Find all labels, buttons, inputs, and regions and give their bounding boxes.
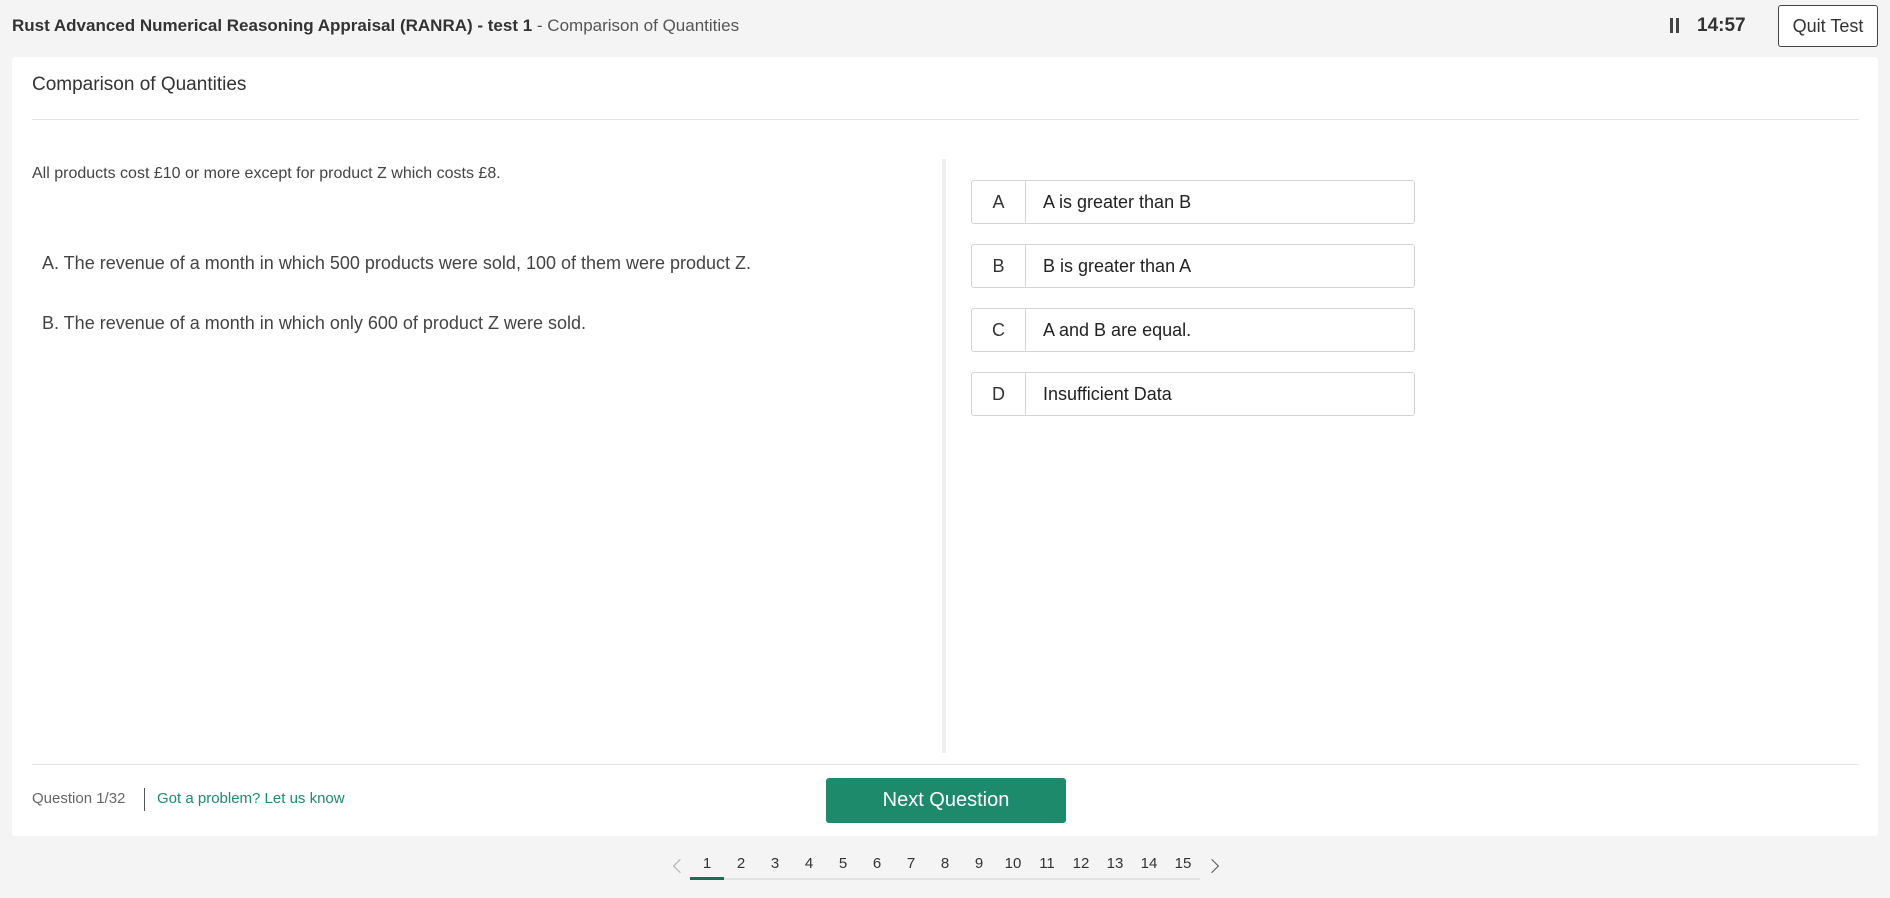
statement-a: A. The revenue of a month in which 500 p… <box>42 253 752 273</box>
answer-option-d[interactable]: D Insufficient Data <box>971 372 1415 416</box>
top-bar: Rust Advanced Numerical Reasoning Apprai… <box>0 0 1890 56</box>
page-item-11[interactable]: 11 <box>1030 852 1064 880</box>
page-item-15[interactable]: 15 <box>1166 852 1200 880</box>
option-text: A is greater than B <box>1043 192 1192 212</box>
option-letter: D <box>972 373 1026 415</box>
answer-option-b[interactable]: B B is greater than A <box>971 244 1415 288</box>
footer-divider <box>32 764 1859 765</box>
page-item-1[interactable]: 1 <box>690 852 724 880</box>
header-divider <box>32 119 1859 120</box>
option-letter: A <box>972 181 1026 223</box>
option-letter: B <box>972 245 1026 287</box>
question-section-title: Comparison of Quantities <box>32 74 247 95</box>
answer-option-c[interactable]: C A and B are equal. <box>971 308 1415 352</box>
test-name: Rust Advanced Numerical Reasoning Apprai… <box>12 16 533 35</box>
page-item-5[interactable]: 5 <box>826 852 860 880</box>
question-pagination: 1 2 3 4 5 6 7 8 9 10 11 12 13 14 15 <box>0 852 1890 884</box>
option-text: B is greater than A <box>1043 256 1192 276</box>
page-item-7[interactable]: 7 <box>894 852 928 880</box>
page-item-2[interactable]: 2 <box>724 852 758 880</box>
pause-icon[interactable] <box>1668 18 1681 34</box>
chevron-right-icon[interactable] <box>1204 858 1220 874</box>
page-item-13[interactable]: 13 <box>1098 852 1132 880</box>
page-item-10[interactable]: 10 <box>996 852 1030 880</box>
quit-test-button[interactable]: Quit Test <box>1778 5 1878 47</box>
section-name: Comparison of Quantities <box>547 16 740 35</box>
footer-separator <box>144 788 145 811</box>
title-separator: - <box>532 16 548 35</box>
page-item-14[interactable]: 14 <box>1132 852 1166 880</box>
option-text: A and B are equal. <box>1043 320 1192 340</box>
column-divider <box>942 159 946 753</box>
next-question-button[interactable]: Next Question <box>826 778 1066 823</box>
test-title: Rust Advanced Numerical Reasoning Apprai… <box>12 16 739 36</box>
report-problem-link[interactable]: Got a problem? Let us know <box>157 790 345 807</box>
page-item-3[interactable]: 3 <box>758 852 792 880</box>
statement-b: B. The revenue of a month in which only … <box>42 313 586 333</box>
page-item-4[interactable]: 4 <box>792 852 826 880</box>
chevron-left-icon[interactable] <box>672 858 688 874</box>
question-counter: Question 1/32 <box>32 790 126 807</box>
page-item-12[interactable]: 12 <box>1064 852 1098 880</box>
timer: 14:57 <box>1697 15 1746 36</box>
answer-options: A A is greater than B B B is greater tha… <box>971 180 1415 436</box>
page-item-6[interactable]: 6 <box>860 852 894 880</box>
question-intro: All products cost £10 or more except for… <box>32 165 501 182</box>
option-text: Insufficient Data <box>1043 384 1172 404</box>
question-card: Comparison of Quantities All products co… <box>12 57 1878 836</box>
option-letter: C <box>972 309 1026 351</box>
page-item-9[interactable]: 9 <box>962 852 996 880</box>
page-item-8[interactable]: 8 <box>928 852 962 880</box>
answer-option-a[interactable]: A A is greater than B <box>971 180 1415 224</box>
